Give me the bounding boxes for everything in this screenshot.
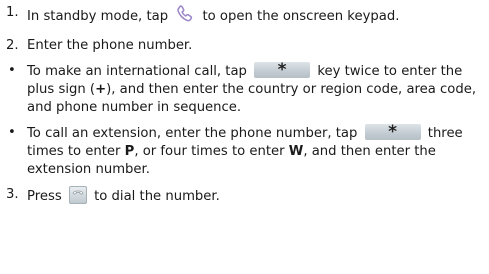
- step-text: In standby mode, tap: [27, 9, 169, 24]
- bullet-extension-call: • To call an extension, enter the phone …: [6, 124, 483, 179]
- step-text: Press: [27, 189, 62, 204]
- step-number: 3.: [6, 187, 19, 202]
- step-text-continued: to dial the number.: [94, 189, 220, 204]
- call-key-icon: [68, 186, 87, 210]
- step-2: 2. Enter the phone number.: [6, 37, 483, 55]
- bullet-text: To make an international call, tap: [27, 64, 247, 79]
- instruction-document: 1. In standby mode, tap to open the onsc…: [0, 0, 489, 274]
- star-key-label: *: [277, 60, 287, 80]
- step-text-continued: to open the onscreen keypad.: [202, 9, 400, 24]
- step-number: 2.: [6, 38, 19, 53]
- phone-handset-icon: [175, 4, 195, 30]
- letter-w: W: [288, 144, 304, 159]
- step-3: 3. Press to dial the number.: [6, 186, 483, 210]
- bullet-text-mid2: , or four times to enter: [134, 144, 285, 159]
- step-text: Enter the phone number.: [27, 38, 193, 53]
- star-key-label: *: [388, 122, 398, 142]
- plus-sign: +: [95, 82, 107, 97]
- star-key-icon: *: [254, 60, 311, 80]
- bullet-text: To call an extension, enter the phone nu…: [27, 126, 358, 141]
- bullet-dot: •: [8, 63, 16, 78]
- letter-p: P: [124, 144, 135, 159]
- bullet-dot: •: [8, 125, 16, 140]
- step-number: 1.: [6, 5, 19, 20]
- step-1: 1. In standby mode, tap to open the onsc…: [6, 4, 483, 30]
- bullet-international-call: • To make an international call, tap * k…: [6, 62, 483, 117]
- star-key-icon: *: [364, 122, 421, 142]
